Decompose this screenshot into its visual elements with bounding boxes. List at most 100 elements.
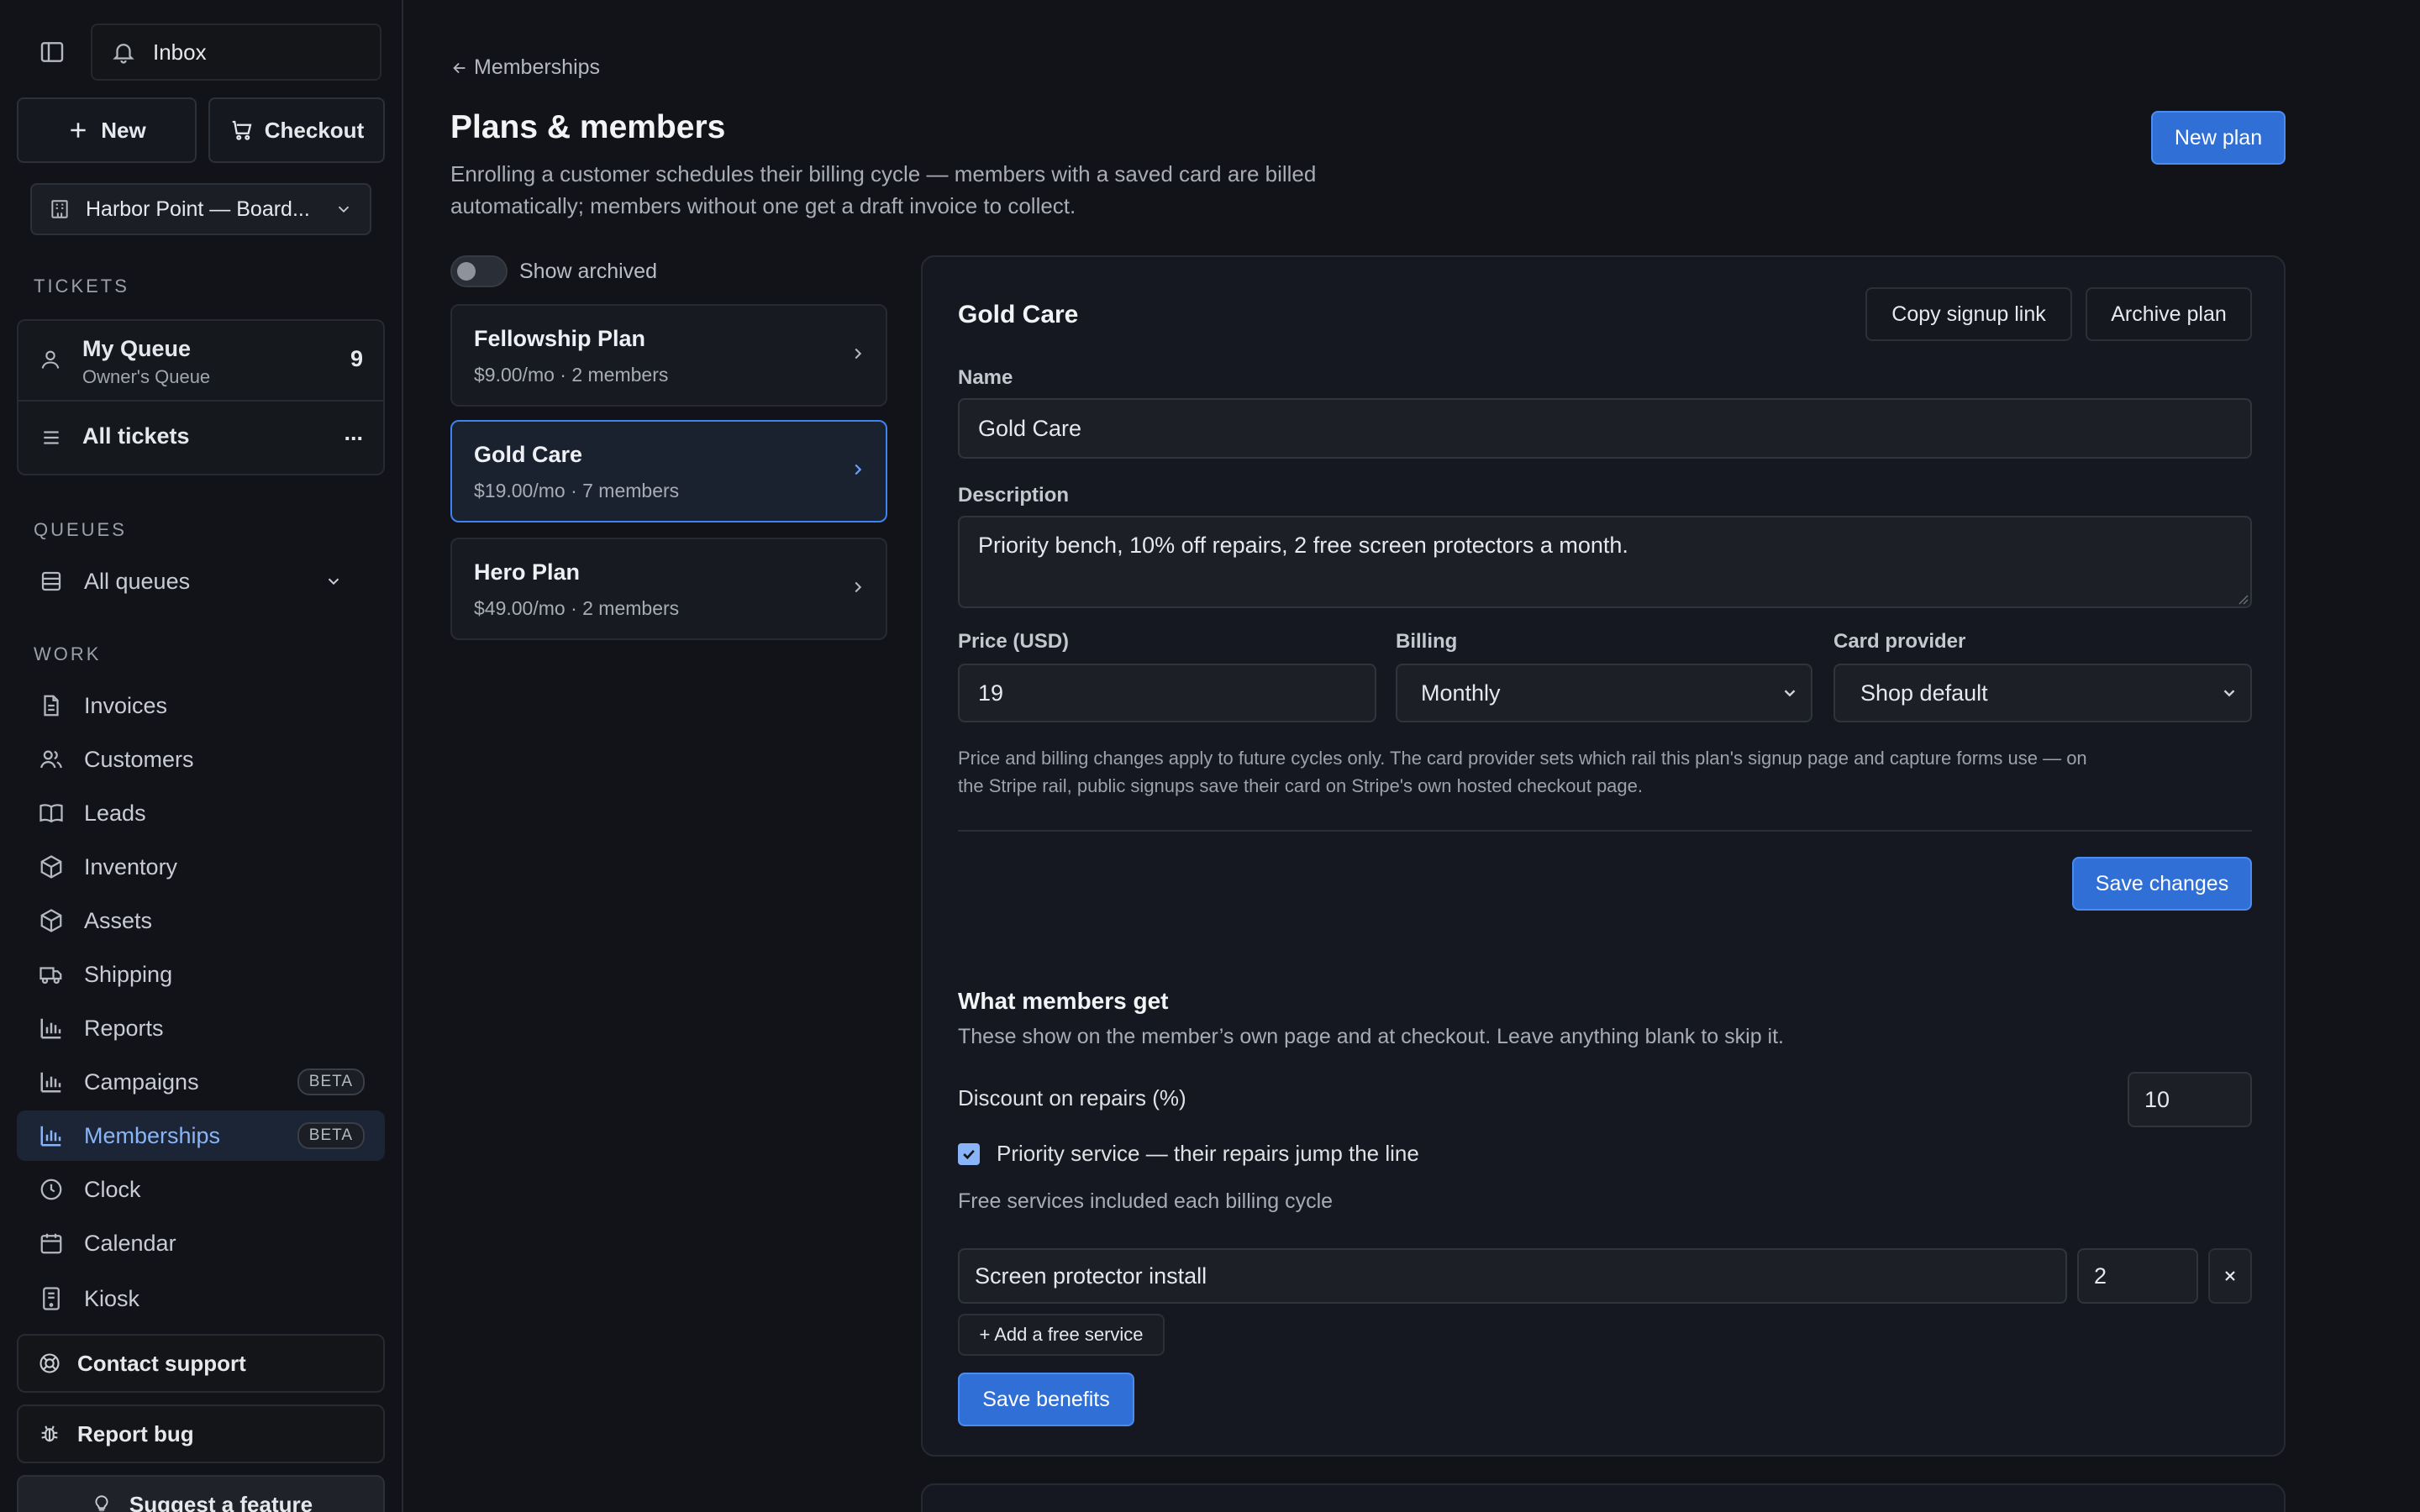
arrow-left-icon: [450, 59, 469, 77]
pricing-help-text: Price and billing changes apply to futur…: [958, 744, 2269, 800]
save-benefits-button[interactable]: Save benefits: [958, 1373, 1134, 1426]
new-label: New: [101, 117, 146, 143]
plan-meta: $9.00/mo · 2 members: [474, 364, 669, 386]
truck-icon: [37, 960, 66, 989]
sidebar-item-kiosk[interactable]: Kiosk: [17, 1273, 385, 1324]
beta-badge: BETA: [297, 1122, 365, 1149]
list-icon: [40, 427, 62, 449]
sidebar-item-campaigns[interactable]: Campaigns BETA: [17, 1057, 385, 1107]
plan-card-hero[interactable]: Hero Plan $49.00/mo · 2 members: [450, 538, 887, 640]
my-queue-count: 9: [350, 346, 363, 371]
plus-icon: [67, 119, 89, 141]
name-label: Name: [958, 366, 1013, 389]
close-icon: [2222, 1268, 2238, 1284]
resize-handle-icon[interactable]: [2235, 591, 2249, 605]
sidebar-item-label: Calendar: [84, 1230, 176, 1256]
sidebar-toggle-icon[interactable]: [39, 39, 66, 66]
new-plan-button[interactable]: New plan: [2151, 111, 2286, 165]
card-provider-value: Shop default: [1860, 680, 1988, 706]
chevron-down-icon: [2220, 684, 2238, 702]
description-textarea[interactable]: Priority bench, 10% off repairs, 2 free …: [958, 516, 2252, 608]
plan-card-gold-care[interactable]: Gold Care $19.00/mo · 7 members: [450, 420, 887, 522]
price-input[interactable]: 19: [958, 664, 1376, 722]
calendar-icon: [37, 1229, 66, 1257]
all-queues-item[interactable]: All queues: [17, 556, 385, 606]
sidebar-item-invoices[interactable]: Invoices: [17, 680, 385, 731]
bar-chart-icon: [37, 1121, 66, 1150]
inbox-button[interactable]: Inbox: [91, 24, 381, 81]
all-tickets-label: All tickets: [82, 423, 190, 449]
sidebar-item-label: Shipping: [84, 961, 173, 987]
plan-detail-panel: Gold Care Copy signup link Archive plan …: [921, 255, 2286, 1457]
add-free-service-button[interactable]: + Add a free service: [958, 1314, 1165, 1356]
priority-service-checkbox[interactable]: [958, 1142, 980, 1165]
chevron-down-icon: [319, 567, 348, 596]
report-bug-button[interactable]: Report bug: [17, 1404, 385, 1463]
divider: [958, 830, 2252, 832]
sidebar-item-reports[interactable]: Reports: [17, 1003, 385, 1053]
contact-support-button[interactable]: Contact support: [17, 1334, 385, 1393]
archive-plan-button[interactable]: Archive plan: [2086, 287, 2252, 341]
priority-service-row: Priority service — their repairs jump th…: [958, 1141, 1419, 1167]
card-provider-select[interactable]: Shop default: [1833, 664, 2252, 722]
show-archived-toggle[interactable]: [450, 255, 508, 287]
sidebar-item-customers[interactable]: Customers: [17, 734, 385, 785]
main-content: Memberships Plans & members Enrolling a …: [405, 0, 2420, 1512]
discount-label: Discount on repairs (%): [958, 1085, 1186, 1110]
free-service-name-input[interactable]: Screen protector install: [958, 1248, 2067, 1304]
building-icon: [49, 198, 71, 220]
plan-meta: $19.00/mo · 7 members: [474, 480, 680, 501]
sidebar-item-assets[interactable]: Assets: [17, 895, 385, 946]
benefits-title: What members get: [958, 988, 1169, 1014]
billing-value: Monthly: [1421, 680, 1501, 706]
page-description-line: Enrolling a customer schedules their bil…: [450, 161, 1317, 186]
plan-name: Fellowship Plan: [474, 326, 646, 351]
location-label: Harbor Point — Board...: [86, 197, 310, 221]
remove-free-service-button[interactable]: [2208, 1248, 2252, 1304]
location-selector[interactable]: Harbor Point — Board...: [30, 183, 371, 235]
page-description: Enrolling a customer schedules their bil…: [450, 158, 1316, 222]
sidebar-item-clock[interactable]: Clock: [17, 1164, 385, 1215]
box-icon: [37, 853, 66, 881]
my-queue-item[interactable]: My Queue Owner's Queue 9: [18, 321, 383, 400]
name-input[interactable]: Gold Care: [958, 398, 2252, 459]
all-tickets-more-button[interactable]: ...: [344, 420, 363, 446]
sidebar-item-label: Memberships: [84, 1122, 221, 1148]
billing-select[interactable]: Monthly: [1396, 664, 1812, 722]
back-link[interactable]: Memberships: [450, 55, 600, 80]
sidebar-item-leads[interactable]: Leads: [17, 788, 385, 838]
new-button[interactable]: New: [17, 97, 197, 163]
plan-card-fellowship[interactable]: Fellowship Plan $9.00/mo · 2 members: [450, 304, 887, 407]
free-service-qty-input[interactable]: 2: [2077, 1248, 2198, 1304]
benefits-subtitle: These show on the member’s own page and …: [958, 1025, 1785, 1048]
suggest-feature-label: Suggest a feature: [129, 1491, 313, 1512]
sidebar-item-calendar[interactable]: Calendar: [17, 1218, 385, 1268]
free-service-name: Screen protector install: [975, 1263, 1207, 1289]
bug-icon: [37, 1421, 62, 1446]
suggest-feature-button[interactable]: Suggest a feature: [17, 1475, 385, 1512]
sidebar-item-shipping[interactable]: Shipping: [17, 949, 385, 1000]
queues-section-label: QUEUES: [34, 519, 127, 540]
toggle-knob: [457, 262, 476, 281]
sidebar-item-memberships[interactable]: Memberships BETA: [17, 1110, 385, 1161]
sidebar-item-label: Customers: [84, 746, 194, 772]
save-changes-button[interactable]: Save changes: [2072, 857, 2252, 911]
checkout-button[interactable]: Checkout: [208, 97, 385, 163]
page-title: Plans & members: [450, 109, 726, 145]
user-icon: [39, 348, 62, 371]
show-archived-toggle-row: Show archived: [450, 255, 657, 287]
back-link-label: Memberships: [474, 55, 601, 79]
bell-icon: [111, 39, 136, 65]
sidebar-item-inventory[interactable]: Inventory: [17, 842, 385, 892]
sidebar-item-label: Leads: [84, 800, 146, 826]
next-panel: [921, 1483, 2286, 1512]
discount-input[interactable]: 10: [2128, 1072, 2252, 1127]
check-icon: [960, 1146, 977, 1163]
bar-chart-icon: [37, 1068, 66, 1096]
copy-signup-link-button[interactable]: Copy signup link: [1865, 287, 2072, 341]
box-icon: [37, 906, 66, 935]
card-provider-label: Card provider: [1833, 630, 1966, 653]
file-icon: [37, 691, 66, 720]
all-tickets-item[interactable]: All tickets ...: [18, 402, 383, 475]
lifebuoy-icon: [37, 1351, 62, 1376]
